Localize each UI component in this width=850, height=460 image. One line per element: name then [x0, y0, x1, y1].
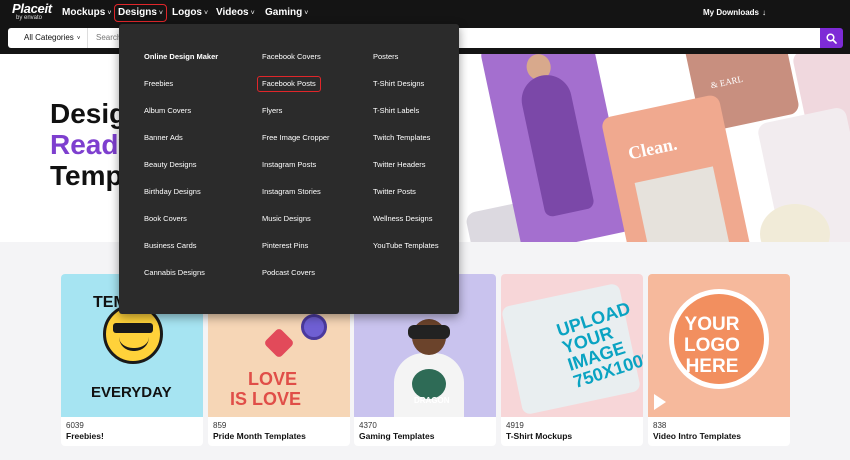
search-icon — [826, 33, 837, 44]
nav-item-label: Mockups — [62, 7, 106, 18]
menu-item-freebies[interactable]: Freebies — [144, 79, 173, 89]
play-icon[interactable] — [654, 394, 666, 410]
top-navigation: Placeit by envato Mockups ˅ Designs ˅ Logo… — [0, 0, 850, 26]
model-figure — [517, 70, 596, 218]
menu-item-twitter-posts[interactable]: Twitter Posts — [373, 187, 416, 197]
menu-item-pinterest-pins[interactable]: Pinterest Pins — [262, 241, 308, 251]
menu-item-album-covers[interactable]: Album Covers — [144, 106, 191, 116]
chevron-down-icon: ˅ — [76, 36, 81, 42]
menu-item-book-covers[interactable]: Book Covers — [144, 214, 187, 224]
my-downloads-label: My Downloads — [702, 8, 759, 17]
template-card-video-intro[interactable]: YOUR LOGO HERE 838 Video Intro Templates — [648, 274, 790, 446]
chevron-down-icon: ˅ — [304, 10, 309, 17]
chevron-down-icon: ˅ — [107, 10, 112, 17]
menu-item-instagram-stories[interactable]: Instagram Stories — [262, 187, 321, 197]
heart-icon — [263, 327, 295, 359]
menu-item-music-designs[interactable]: Music Designs — [262, 214, 311, 224]
card-art-text: LOVE — [248, 369, 298, 389]
card-art-text: YOUR LOGO HERE — [684, 314, 740, 377]
menu-item-beauty-designs[interactable]: Beauty Designs — [144, 160, 197, 170]
template-card-image: YOUR LOGO HERE — [648, 274, 790, 417]
menu-item-free-image-cropper[interactable]: Free Image Cropper — [262, 133, 330, 143]
template-card-title: T-Shirt Mockups — [506, 431, 573, 441]
menu-item-birthday-designs[interactable]: Birthday Designs — [144, 187, 201, 197]
chevron-down-icon: ˅ — [158, 10, 163, 17]
menu-item-instagram-posts[interactable]: Instagram Posts — [262, 160, 316, 170]
menu-item-facebook-covers[interactable]: Facebook Covers — [262, 52, 321, 62]
category-select[interactable]: All Categories ˅ — [8, 28, 88, 48]
menu-item-banner-ads[interactable]: Banner Ads — [144, 133, 183, 143]
menu-item-facebook-posts[interactable]: Facebook Posts — [257, 76, 321, 92]
nav-item-logos[interactable]: Logos ˅ — [172, 0, 208, 26]
nav-item-gaming[interactable]: Gaming ˅ — [265, 0, 308, 26]
nav-item-label: Designs — [118, 7, 157, 18]
menu-item-tshirt-designs[interactable]: T-Shirt Designs — [373, 79, 424, 89]
menu-item-cannabis-designs[interactable]: Cannabis Designs — [144, 268, 205, 278]
menu-item-twitch-templates[interactable]: Twitch Templates — [373, 133, 430, 143]
chevron-down-icon: ˅ — [250, 10, 255, 17]
download-icon: ↓ — [762, 8, 766, 17]
nav-item-label: Logos — [172, 7, 202, 18]
hero-card-photo — [634, 166, 736, 242]
category-select-value: All Categories — [24, 33, 74, 42]
template-count: 859 — [213, 421, 227, 430]
menu-item-wellness-designs[interactable]: Wellness Designs — [373, 214, 432, 224]
dragon-logo-icon — [412, 369, 446, 399]
template-card-image: UPLOAD YOUR IMAGE 750X1000 px — [501, 274, 643, 417]
nav-item-label: Videos — [216, 7, 249, 18]
search-button[interactable] — [820, 28, 843, 48]
template-card-title: Video Intro Templates — [653, 431, 742, 441]
vr-headset-icon — [408, 325, 450, 339]
hero-card-text: & EARL — [709, 73, 744, 91]
hero-heading-line-1: Desig — [50, 98, 127, 129]
template-count: 4370 — [359, 421, 377, 430]
card-art-text: EVERYDAY — [91, 384, 172, 401]
menu-item-flyers[interactable]: Flyers — [262, 106, 282, 116]
smile-shape — [119, 337, 149, 351]
template-count: 838 — [653, 421, 667, 430]
chevron-down-icon: ˅ — [204, 10, 209, 17]
sunglasses-shape — [113, 323, 153, 333]
menu-item-podcast-covers[interactable]: Podcast Covers — [262, 268, 315, 278]
menu-item-twitter-headers[interactable]: Twitter Headers — [373, 160, 426, 170]
menu-item-youtube-templates[interactable]: YouTube Templates — [373, 241, 439, 251]
nav-item-mockups[interactable]: Mockups ˅ — [62, 0, 111, 26]
menu-item-posters[interactable]: Posters — [373, 52, 398, 62]
menu-item-online-design-maker[interactable]: Online Design Maker — [144, 52, 218, 62]
menu-item-business-cards[interactable]: Business Cards — [144, 241, 197, 251]
nav-item-label: Gaming — [265, 7, 303, 18]
template-count: 4919 — [506, 421, 524, 430]
menu-item-tshirt-labels[interactable]: T-Shirt Labels — [373, 106, 419, 116]
template-card-title: Gaming Templates — [359, 431, 435, 441]
card-art-text: IS LOVE — [230, 389, 302, 409]
template-card-title: Pride Month Templates — [213, 431, 306, 441]
template-card-tshirt-mockups[interactable]: UPLOAD YOUR IMAGE 750X1000 px 4919 T-Shi… — [501, 274, 643, 446]
hero-heading-line-3: Temp — [50, 160, 123, 191]
placeit-logo[interactable]: Placeit by envato — [12, 2, 52, 24]
designs-dropdown-menu: Online Design Maker Freebies Album Cover… — [119, 24, 459, 314]
search-placeholder: Search — [96, 33, 122, 42]
nav-item-videos[interactable]: Videos ˅ — [216, 0, 255, 26]
hero-card-text: Clean. — [626, 133, 679, 164]
my-downloads-link[interactable]: My Downloads ↓ — [703, 0, 766, 26]
logo-wordmark: Placeit — [12, 1, 52, 16]
peace-sign-icon — [301, 314, 327, 340]
card-art-text: DRAGON — [414, 396, 450, 405]
template-count: 6039 — [66, 421, 84, 430]
nav-item-designs[interactable]: Designs ˅ — [114, 4, 167, 22]
logo-byline: by envato — [16, 15, 43, 21]
template-card-title: Freebies! — [66, 431, 104, 441]
